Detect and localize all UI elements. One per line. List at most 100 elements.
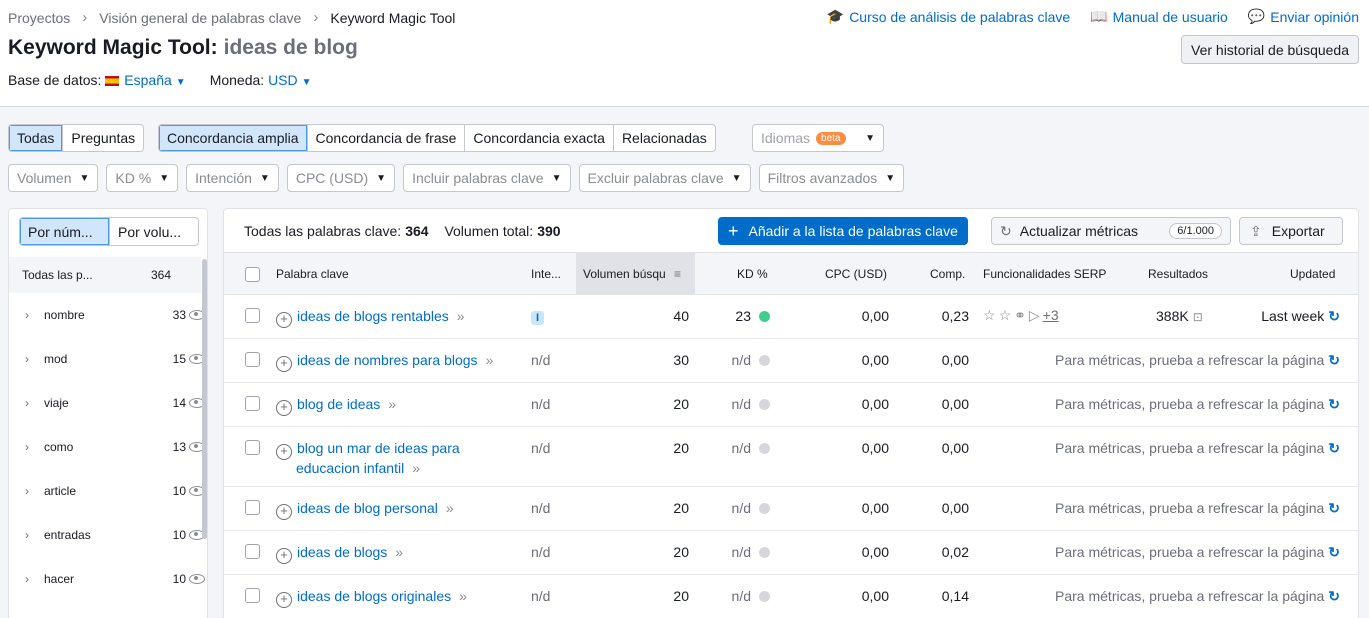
- chevron-right-icon[interactable]: ›: [25, 352, 29, 366]
- double-chevron-icon[interactable]: »: [486, 352, 494, 368]
- sidebar-group-item[interactable]: › viaje 14: [9, 381, 205, 425]
- add-circle-icon[interactable]: +: [276, 312, 292, 328]
- chevron-right-icon[interactable]: ›: [25, 308, 29, 322]
- refresh-icon[interactable]: ↻: [1328, 308, 1340, 324]
- filter-advanced[interactable]: Filtros avanzados ▼: [758, 164, 905, 192]
- manual-link[interactable]: 📖 Manual de usuario: [1090, 8, 1228, 25]
- double-chevron-icon[interactable]: »: [459, 588, 467, 604]
- add-circle-icon[interactable]: +: [276, 444, 292, 460]
- update-metrics-button[interactable]: ↻ Actualizar métricas 6/1.000: [991, 217, 1231, 245]
- currency-selector[interactable]: Moneda: USD ▼: [210, 72, 312, 88]
- tab-all[interactable]: Todas: [9, 125, 63, 151]
- sidebar-group-item[interactable]: › entradas 10: [9, 513, 205, 557]
- sort-icon[interactable]: ≡: [674, 267, 681, 281]
- refresh-icon[interactable]: ↻: [1328, 544, 1340, 560]
- intent-cell: n/d: [531, 544, 551, 560]
- chevron-right-icon[interactable]: ›: [25, 528, 29, 542]
- add-circle-icon[interactable]: +: [276, 592, 292, 608]
- refresh-icon[interactable]: ↻: [1328, 396, 1340, 412]
- keyword-link[interactable]: + blog de ideas »: [276, 396, 396, 416]
- keyword-link[interactable]: + ideas de blog personal »: [276, 500, 454, 520]
- export-button[interactable]: ⇪ Exportar: [1239, 217, 1343, 245]
- group-count: 13: [172, 440, 186, 454]
- serp-snapshot-icon[interactable]: ⊡: [1193, 310, 1203, 324]
- chevron-right-icon[interactable]: ›: [25, 440, 29, 454]
- sidebar-group-item[interactable]: › como 13: [9, 425, 205, 469]
- sidebar-group-item[interactable]: › mod 15: [9, 337, 205, 381]
- col-kd[interactable]: KD %: [737, 267, 768, 281]
- refresh-icon[interactable]: ↻: [1328, 352, 1340, 368]
- feedback-link[interactable]: 💬 Enviar opinión: [1248, 8, 1359, 25]
- row-checkbox[interactable]: [245, 396, 260, 411]
- filter-exclude[interactable]: Excluir palabras clave ▼: [578, 164, 751, 192]
- keyword-link[interactable]: + ideas de blogs »: [276, 544, 403, 564]
- tab-related[interactable]: Relacionadas: [612, 125, 715, 151]
- currency-value: USD: [268, 72, 298, 88]
- double-chevron-icon[interactable]: »: [446, 500, 454, 516]
- add-circle-icon[interactable]: +: [276, 400, 292, 416]
- col-comp[interactable]: Comp.: [930, 267, 965, 281]
- refresh-icon[interactable]: ↻: [1328, 588, 1340, 604]
- comp-cell: 0,00: [941, 352, 969, 368]
- filter-include[interactable]: Incluir palabras clave ▼: [403, 164, 571, 192]
- tab-by-volume[interactable]: Por volu...: [109, 218, 198, 245]
- col-results[interactable]: Resultados: [1148, 267, 1208, 281]
- col-volume[interactable]: Volumen búsqu: [583, 267, 687, 281]
- tab-by-number[interactable]: Por núm...: [20, 218, 109, 245]
- keyword-link[interactable]: + blog un mar de ideas para educacion infa…: [276, 440, 460, 477]
- col-updated[interactable]: Updated: [1290, 267, 1335, 281]
- double-chevron-icon[interactable]: »: [412, 460, 420, 476]
- add-circle-icon[interactable]: +: [276, 356, 292, 372]
- row-checkbox[interactable]: [245, 440, 260, 455]
- filter-kd[interactable]: KD % ▼: [106, 164, 179, 192]
- sidebar-group-item[interactable]: › nombre 33: [9, 293, 205, 337]
- filter-cpc[interactable]: CPC (USD) ▼: [286, 164, 396, 192]
- row-checkbox[interactable]: [245, 588, 260, 603]
- refresh-icon[interactable]: ↻: [1328, 440, 1340, 456]
- tab-broad-match[interactable]: Concordancia amplia: [159, 125, 307, 151]
- sidebar-group-item[interactable]: › hacer 10: [9, 557, 205, 601]
- chevron-right-icon[interactable]: ›: [25, 484, 29, 498]
- keyword-link[interactable]: + ideas de blogs rentables »: [276, 308, 465, 328]
- row-checkbox[interactable]: [245, 352, 260, 367]
- double-chevron-icon[interactable]: »: [388, 396, 396, 412]
- col-intent[interactable]: Inte...: [531, 267, 561, 281]
- breadcrumb-overview[interactable]: Visión general de palabras clave: [99, 10, 301, 26]
- sidebar-group-item[interactable]: › article 10: [9, 469, 205, 513]
- search-history-button[interactable]: Ver historial de búsqueda: [1181, 35, 1359, 64]
- top-links: 🎓 Curso de análisis de palabras clave 📖 Ma…: [827, 8, 1359, 25]
- course-link[interactable]: 🎓 Curso de análisis de palabras clave: [827, 8, 1070, 25]
- double-chevron-icon[interactable]: »: [457, 308, 465, 324]
- col-cpc[interactable]: CPC (USD): [825, 267, 887, 281]
- languages-dropdown[interactable]: Idiomas beta ▼: [752, 124, 884, 152]
- chevron-right-icon[interactable]: ›: [25, 572, 29, 586]
- database-label: Base de datos:: [8, 72, 102, 88]
- col-keyword[interactable]: Palabra clave: [276, 267, 349, 281]
- sidebar-scrollbar[interactable]: [202, 259, 207, 539]
- eye-icon[interactable]: [189, 574, 205, 584]
- table-row: + ideas de blogs originales » n/d 20 n/d 0…: [224, 575, 1358, 618]
- breadcrumb-projects[interactable]: Proyectos: [8, 10, 70, 26]
- chevron-right-icon[interactable]: ›: [25, 396, 29, 410]
- add-circle-icon[interactable]: +: [276, 548, 292, 564]
- serp-more-link[interactable]: +3: [1043, 307, 1059, 323]
- row-checkbox[interactable]: [245, 544, 260, 559]
- select-all-checkbox[interactable]: [245, 267, 260, 282]
- filter-volume[interactable]: Volumen ▼: [8, 164, 99, 192]
- refresh-icon[interactable]: ↻: [1328, 500, 1340, 516]
- add-to-list-button[interactable]: + Añadir a la lista de palabras clave: [718, 217, 968, 245]
- keyword-link[interactable]: + ideas de blogs originales »: [276, 588, 467, 608]
- sidebar-all-keywords[interactable]: Todas las p... 364: [9, 257, 201, 293]
- table-row: + ideas de blogs » n/d 20 n/d 0,00 0,02 Pa…: [224, 531, 1358, 575]
- row-checkbox[interactable]: [245, 500, 260, 515]
- tab-exact-match[interactable]: Concordancia exacta: [464, 125, 613, 151]
- double-chevron-icon[interactable]: »: [395, 544, 403, 560]
- add-circle-icon[interactable]: +: [276, 504, 292, 520]
- tab-questions[interactable]: Preguntas: [62, 125, 143, 151]
- row-checkbox[interactable]: [245, 308, 260, 323]
- database-selector[interactable]: Base de datos: España ▼: [8, 72, 186, 88]
- tab-phrase-match[interactable]: Concordancia de frase: [306, 125, 465, 151]
- keyword-link[interactable]: + ideas de nombres para blogs »: [276, 352, 493, 372]
- filter-intent[interactable]: Intención ▼: [186, 164, 279, 192]
- col-serp[interactable]: Funcionalidades SERP: [983, 267, 1106, 281]
